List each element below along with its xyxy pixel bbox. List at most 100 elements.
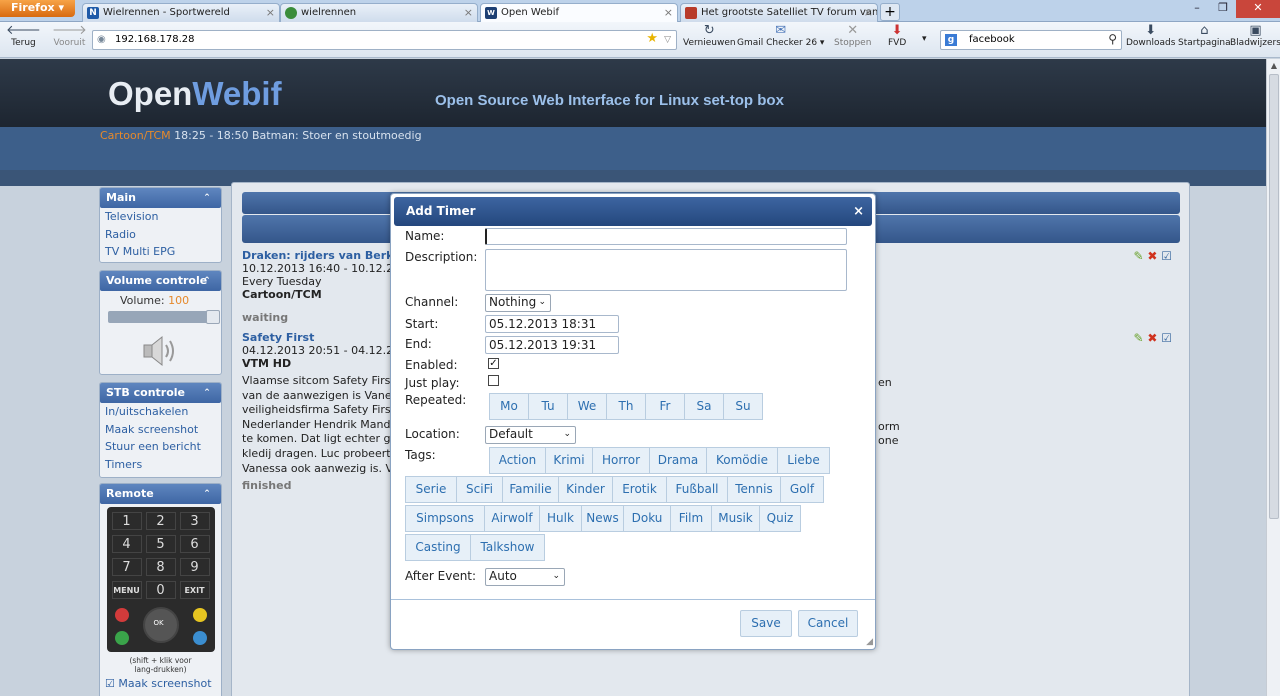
sidebar-item-message[interactable]: Stuur een bericht xyxy=(100,438,221,456)
end-input[interactable]: 05.12.2013 19:31 xyxy=(485,336,619,354)
day-mo-button[interactable]: Mo xyxy=(489,393,529,420)
bookmark-star-icon[interactable]: ★ xyxy=(646,30,658,48)
sidebar-item-power[interactable]: In/uitschakelen xyxy=(100,403,221,421)
sidebar-item-screenshot[interactable]: Maak screenshot xyxy=(100,421,221,439)
remote-key-3[interactable]: 3 xyxy=(179,512,210,530)
minimize-icon[interactable]: – xyxy=(1184,0,1210,18)
tag-action[interactable]: Action xyxy=(489,447,546,474)
close-icon[interactable]: × xyxy=(464,4,473,21)
remote-key-7[interactable]: 7 xyxy=(111,558,142,576)
chevron-up-icon[interactable]: ⌃ xyxy=(199,484,215,504)
now-playing-channel[interactable]: Cartoon/TCM xyxy=(100,129,171,142)
restore-icon[interactable]: ❐ xyxy=(1210,0,1236,18)
remote-key-5[interactable]: 5 xyxy=(145,535,176,553)
tag-scifi[interactable]: SciFi xyxy=(456,476,503,503)
name-input[interactable] xyxy=(485,228,847,245)
search-icon[interactable]: ⚲ xyxy=(1108,30,1117,48)
remote-yellow-button[interactable] xyxy=(192,608,207,622)
pencil-icon[interactable]: ✎ xyxy=(1133,331,1143,345)
chevron-up-icon[interactable]: ⌃ xyxy=(199,271,215,291)
tag-krimi[interactable]: Krimi xyxy=(545,447,593,474)
stop-button[interactable]: ✕ Stoppen xyxy=(834,24,871,49)
close-icon[interactable]: × xyxy=(864,4,873,21)
remote-key-6[interactable]: 6 xyxy=(179,535,210,553)
dialog-close-icon[interactable]: × xyxy=(853,197,864,226)
just-play-checkbox[interactable] xyxy=(488,375,499,386)
remote-blue-button[interactable] xyxy=(192,631,207,645)
checkbox-checked-icon[interactable]: ☑ xyxy=(105,677,115,690)
remote-green-button[interactable] xyxy=(114,631,129,645)
resize-grip-icon[interactable]: ◢ xyxy=(866,637,873,647)
sidebar-volume-header[interactable]: Volume controle ⌃ xyxy=(100,271,221,291)
tag-serie[interactable]: Serie xyxy=(405,476,457,503)
day-su-button[interactable]: Su xyxy=(723,393,763,420)
remote-key-2[interactable]: 2 xyxy=(145,512,176,530)
remote-key-exit[interactable]: EXIT xyxy=(179,581,210,599)
tag-kinder[interactable]: Kinder xyxy=(558,476,613,503)
checkbox-icon[interactable]: ☑ xyxy=(1161,249,1172,263)
tag-simpsons[interactable]: Simpsons xyxy=(405,505,485,532)
tab-sportwereld[interactable]: N Wielrennen - Sportwereld × xyxy=(82,3,280,22)
enabled-checkbox[interactable]: ✓ xyxy=(488,358,499,369)
home-button[interactable]: ⌂ Startpagina xyxy=(1178,24,1231,49)
sidebar-stb-header[interactable]: STB controle ⌃ xyxy=(100,383,221,403)
openwebif-logo[interactable]: OpenWebif xyxy=(108,75,282,113)
gmail-checker-button[interactable]: ✉ Gmail Checker 26 ▾ xyxy=(737,24,824,49)
sidebar-item-tv-multi-epg[interactable]: TV Multi EPG xyxy=(100,243,221,261)
tab-satelliet-forum[interactable]: Het grootste Satelliet TV forum van N...… xyxy=(680,3,878,22)
tag-film[interactable]: Film xyxy=(670,505,712,532)
day-tu-button[interactable]: Tu xyxy=(528,393,568,420)
sidebar-remote-header[interactable]: Remote ⌃ xyxy=(100,484,221,504)
tag-erotik[interactable]: Erotik xyxy=(612,476,667,503)
pencil-icon[interactable]: ✎ xyxy=(1133,249,1143,263)
firefox-menu-button[interactable]: Firefox ▾ xyxy=(0,0,75,17)
day-we-button[interactable]: We xyxy=(567,393,607,420)
start-input[interactable]: 05.12.2013 18:31 xyxy=(485,315,619,333)
sidebar-item-television[interactable]: Television xyxy=(100,208,221,226)
tag-doku[interactable]: Doku xyxy=(623,505,671,532)
after-event-select[interactable]: Auto ⌄ xyxy=(485,568,565,586)
sidebar-item-timers[interactable]: Timers xyxy=(100,456,221,474)
tag-familie[interactable]: Familie xyxy=(502,476,559,503)
volume-slider-handle[interactable] xyxy=(206,310,220,324)
back-button[interactable]: 🡐 Terug xyxy=(6,24,41,49)
tag-casting[interactable]: Casting xyxy=(405,534,471,561)
day-fr-button[interactable]: Fr xyxy=(645,393,685,420)
close-icon[interactable]: × xyxy=(266,4,275,21)
tag-musik[interactable]: Musik xyxy=(711,505,760,532)
tag-news[interactable]: News xyxy=(581,505,624,532)
day-sa-button[interactable]: Sa xyxy=(684,393,724,420)
tag-liebe[interactable]: Liebe xyxy=(777,447,830,474)
tag-fussball[interactable]: Fußball xyxy=(666,476,728,503)
channel-select[interactable]: Nothing ⌄ xyxy=(485,294,551,312)
remote-key-0[interactable]: 0 xyxy=(145,581,176,599)
delete-x-icon[interactable]: ✖ xyxy=(1147,331,1157,345)
tag-horror[interactable]: Horror xyxy=(592,447,650,474)
url-bar[interactable]: ◉ 192.168.178.28 ★ ▽ xyxy=(92,30,677,50)
close-icon[interactable]: × xyxy=(664,4,673,21)
tag-talkshow[interactable]: Talkshow xyxy=(470,534,545,561)
sidebar-main-header[interactable]: Main ⌃ xyxy=(100,188,221,208)
location-select[interactable]: Default ⌄ xyxy=(485,426,576,444)
chevron-up-icon[interactable]: ⌃ xyxy=(199,383,215,403)
cancel-button[interactable]: Cancel xyxy=(798,610,858,637)
fvd-dropdown-icon[interactable]: ▾ xyxy=(922,34,927,44)
description-textarea[interactable] xyxy=(485,249,847,291)
scrollbar-thumb[interactable] xyxy=(1269,74,1279,519)
reload-button[interactable]: ↻ Vernieuwen xyxy=(683,24,736,49)
speaker-icon[interactable] xyxy=(140,333,180,369)
remote-key-8[interactable]: 8 xyxy=(145,558,176,576)
remote-key-menu[interactable]: MENU xyxy=(111,581,142,599)
downloads-button[interactable]: ⬇ Downloads xyxy=(1126,24,1175,49)
bookmarks-button[interactable]: ▣ Bladwijzers xyxy=(1230,24,1280,49)
dropdown-arrow-icon[interactable]: ▽ xyxy=(664,31,671,49)
forward-button[interactable]: 🡒 Vooruit xyxy=(52,24,87,49)
tag-quiz[interactable]: Quiz xyxy=(759,505,801,532)
volume-slider[interactable] xyxy=(108,310,220,324)
tag-tennis[interactable]: Tennis xyxy=(727,476,781,503)
google-search-engine-icon[interactable]: g xyxy=(945,34,957,46)
remote-key-9[interactable]: 9 xyxy=(179,558,210,576)
fvd-button[interactable]: ⬇ FVD xyxy=(888,24,906,49)
tag-komodie[interactable]: Komödie xyxy=(706,447,778,474)
tag-hulk[interactable]: Hulk xyxy=(539,505,582,532)
